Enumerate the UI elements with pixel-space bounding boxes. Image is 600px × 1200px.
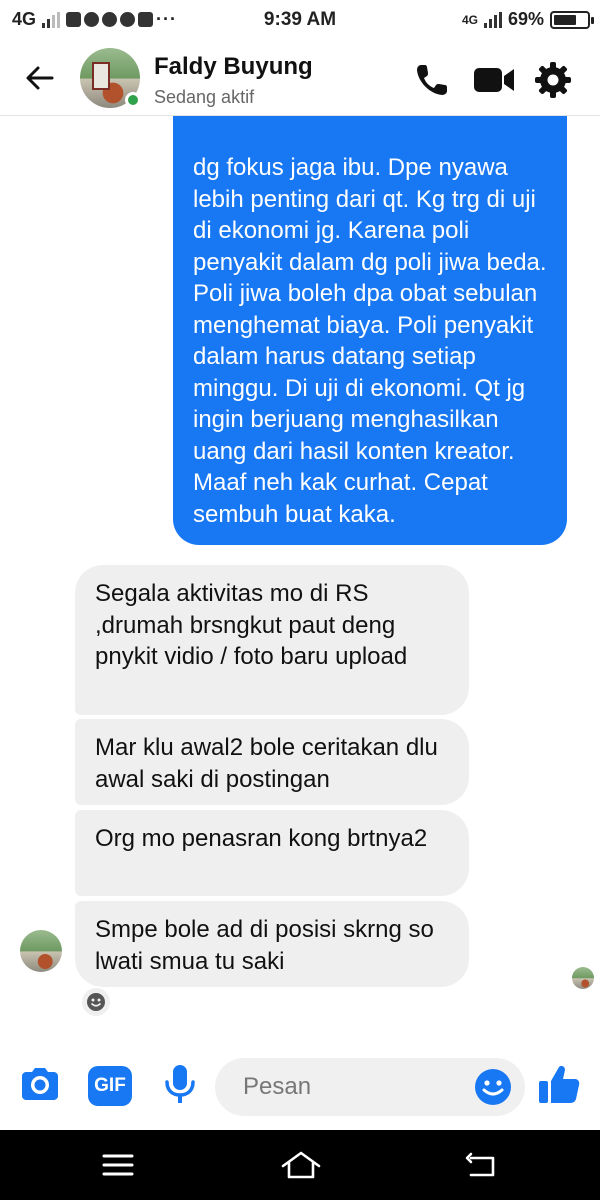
signal-right-icon	[483, 11, 502, 28]
read-receipt-avatar	[572, 967, 594, 989]
status-right: 4G 69%	[461, 9, 594, 30]
video-icon[interactable]	[472, 60, 516, 100]
message-bubble-outgoing[interactable]: dg fokus jaga ibu. Dpe nyawa lebih penti…	[173, 90, 567, 545]
battery-percent: 69%	[507, 9, 544, 29]
phone-icon[interactable]	[412, 60, 452, 100]
chat-header: Faldy Buyung Sedang aktif	[0, 40, 600, 116]
microphone-icon[interactable]	[158, 1062, 202, 1106]
sender-avatar[interactable]	[20, 930, 62, 972]
system-nav-bar	[0, 1130, 600, 1200]
message-text: Segala aktivitas mo di RS ,drumah brsngk…	[95, 580, 408, 670]
message-input[interactable]: Pesan	[215, 1058, 525, 1116]
messenger-screen: 4G ··· 9:39 AM 4G 69% dg fokus jaga ibu.…	[0, 0, 600, 1200]
composer-bar: GIF Pesan	[0, 1040, 600, 1130]
message-text: Org mo penasran kong brtnya2	[95, 825, 428, 852]
battery-fill	[554, 14, 576, 25]
message-bubble-incoming[interactable]: Smpe bole ad di posisi skrng so lwati sm…	[75, 901, 469, 987]
online-indicator	[125, 92, 141, 108]
gif-label: GIF	[94, 1075, 126, 1096]
home-icon[interactable]	[279, 1148, 323, 1182]
battery-icon	[550, 10, 594, 29]
emoji-icon[interactable]	[473, 1067, 513, 1107]
contact-name[interactable]: Faldy Buyung	[154, 53, 313, 81]
message-bubble-incoming[interactable]: Segala aktivitas mo di RS ,drumah brsngk…	[75, 565, 469, 715]
camera-icon[interactable]	[18, 1062, 62, 1106]
back-icon[interactable]	[463, 1148, 503, 1182]
message-bubble-incoming[interactable]: Org mo penasran kong brtnya2	[75, 810, 469, 896]
message-bubble-incoming[interactable]: Mar klu awal2 bole ceritakan dlu awal sa…	[75, 719, 469, 805]
presence-status: Sedang aktif	[154, 87, 255, 107]
message-text: Mar klu awal2 bole ceritakan dlu awal sa…	[95, 734, 438, 793]
gif-button[interactable]: GIF	[88, 1066, 132, 1106]
thumbs-up-icon[interactable]	[536, 1062, 582, 1108]
gear-icon[interactable]	[533, 60, 573, 100]
message-text: dg fokus jaga ibu. Dpe nyawa lebih penti…	[193, 154, 547, 528]
menu-icon[interactable]	[98, 1148, 138, 1182]
message-text: Smpe bole ad di posisi skrng so lwati sm…	[95, 916, 434, 975]
status-bar: 4G ··· 9:39 AM 4G 69%	[0, 0, 600, 40]
back-arrow-icon[interactable]	[22, 60, 58, 96]
message-placeholder: Pesan	[243, 1073, 312, 1100]
network-right-label: 4G	[461, 12, 478, 27]
add-reaction-button[interactable]	[80, 986, 112, 1018]
smiley-icon	[87, 993, 105, 1011]
